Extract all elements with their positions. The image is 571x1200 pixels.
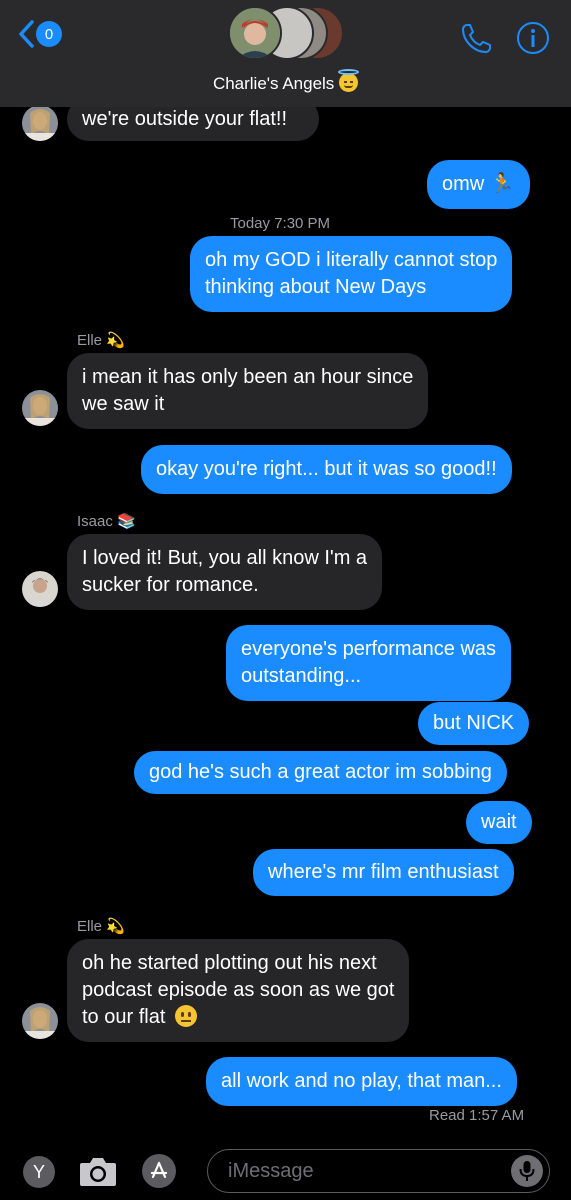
- message-text: i mean it has only been an hour since: [82, 366, 414, 388]
- message-text: to our flat: [82, 1006, 166, 1028]
- message-text: all work and no play, that man...: [221, 1070, 502, 1092]
- message-bubble-outgoing[interactable]: everyone's performance was outstanding..…: [226, 625, 512, 701]
- message-text: omw 🏃: [442, 173, 515, 195]
- message-bubble-incoming[interactable]: i mean it has only been an hour since we…: [67, 353, 429, 429]
- info-icon[interactable]: [516, 21, 550, 55]
- avatar-elle[interactable]: [22, 105, 58, 141]
- message-text: oh my GOD i literally cannot stop: [205, 249, 498, 271]
- sender-name: Elle 💫: [77, 918, 125, 935]
- message-bubble-incoming[interactable]: I loved it! But, you all know I'm a suck…: [67, 534, 383, 610]
- message-text: oh he started plotting out his next: [82, 952, 377, 974]
- message-text: god he's such a great actor im sobbing: [149, 761, 492, 783]
- avatar: [228, 6, 282, 60]
- microphone-icon[interactable]: [511, 1155, 543, 1187]
- message-bubble-incoming[interactable]: oh he started plotting out his next podc…: [67, 939, 410, 1042]
- sender-name: Elle 💫: [77, 332, 125, 349]
- group-avatars[interactable]: [228, 6, 348, 62]
- message-bubble-outgoing[interactable]: wait: [466, 801, 532, 844]
- message-text: okay you're right... but it was so good!…: [156, 458, 497, 480]
- message-text: where's mr film enthusiast: [268, 861, 499, 883]
- read-receipt: Read 1:57 AM: [429, 1107, 525, 1124]
- message-text: but NICK: [433, 712, 515, 734]
- message-text: podcast episode as soon as we got: [82, 979, 395, 1001]
- avatar-elle[interactable]: [22, 390, 58, 426]
- neutral-face-emoji-icon: [174, 1005, 197, 1027]
- smiling-face-with-halo-icon: [338, 69, 360, 92]
- message-bubble-outgoing[interactable]: god he's such a great actor im sobbing: [134, 751, 507, 794]
- message-bubble-outgoing[interactable]: okay you're right... but it was so good!…: [141, 445, 512, 494]
- message-text: we saw it: [82, 393, 165, 415]
- group-title[interactable]: Charlie's Angels: [0, 69, 571, 94]
- message-text: wait: [481, 811, 517, 833]
- message-bubble-outgoing[interactable]: omw 🏃: [427, 160, 530, 209]
- message-text: thinking about New Days: [205, 276, 427, 298]
- avatar-isaac[interactable]: [22, 571, 58, 607]
- app-store-icon[interactable]: [142, 1154, 176, 1188]
- phone-icon[interactable]: [458, 21, 494, 57]
- camera-icon[interactable]: [78, 1154, 118, 1188]
- composer-bar: Y iMessage: [0, 1140, 571, 1200]
- message-bubble-outgoing[interactable]: where's mr film enthusiast: [253, 849, 514, 896]
- sender-name: Isaac 📚: [77, 513, 136, 530]
- chevron-left-icon: [19, 20, 34, 48]
- conversation-header: 0 Charlie's Angels: [0, 0, 571, 107]
- avatar-elle[interactable]: [22, 1003, 58, 1039]
- unread-count-badge: 0: [36, 21, 62, 47]
- message-input[interactable]: iMessage: [207, 1149, 550, 1193]
- message-bubble-outgoing[interactable]: all work and no play, that man...: [206, 1057, 517, 1106]
- message-text: I loved it! But, you all know I'm a: [82, 547, 368, 569]
- message-text: outstanding...: [241, 665, 362, 687]
- timestamp: Today 7:30 PM: [230, 215, 331, 232]
- message-text: sucker for romance.: [82, 574, 259, 596]
- back-button[interactable]: 0: [18, 20, 62, 48]
- message-text: we're outside your flat!!: [82, 108, 288, 130]
- message-bubble-outgoing[interactable]: but NICK: [418, 702, 530, 745]
- group-name: Charlie's Angels: [212, 74, 335, 93]
- message-text: everyone's performance was: [241, 638, 497, 660]
- message-input-placeholder: iMessage: [228, 1159, 314, 1182]
- message-thread[interactable]: we're outside your flat!! omw 🏃 Today 7:…: [0, 0, 571, 1135]
- app-drawer-button[interactable]: Y: [23, 1156, 55, 1188]
- message-bubble-outgoing[interactable]: oh my GOD i literally cannot stop thinki…: [190, 236, 513, 312]
